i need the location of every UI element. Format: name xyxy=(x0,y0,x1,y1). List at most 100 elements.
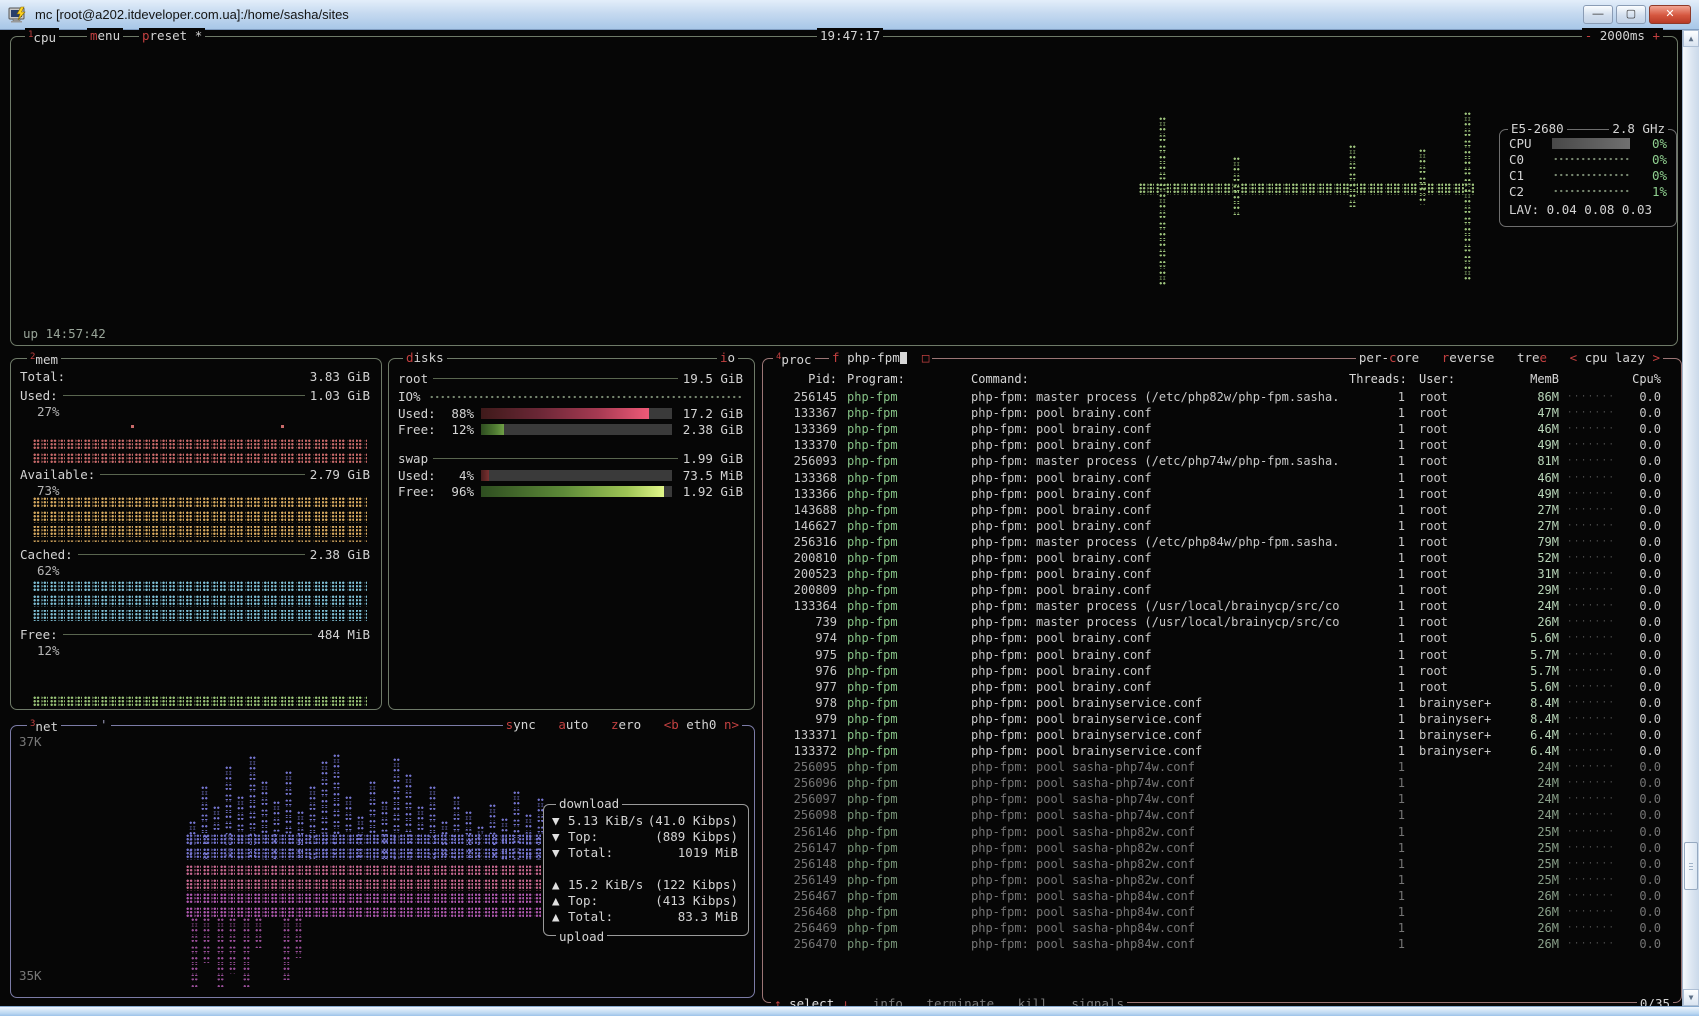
process-row[interactable]: 256095php-fpmphp-fpm: pool sasha-php74w.… xyxy=(763,759,1681,775)
sort-prev-button[interactable]: < xyxy=(1570,350,1578,365)
putty-terminal-icon xyxy=(8,6,28,24)
process-cell-prog: php-fpm xyxy=(837,390,971,404)
cpu-meter-box: E5-2680 2.8 GHz CPU 0% C0 0% C1 0% xyxy=(1499,129,1677,227)
process-row[interactable]: 133367php-fpmphp-fpm: pool brainy.conf1r… xyxy=(763,405,1681,421)
process-box: 4proc f php-fpm □ per-core reverse tree … xyxy=(762,358,1682,1003)
process-row[interactable]: 256146php-fpmphp-fpm: pool sasha-php82w.… xyxy=(763,824,1681,840)
process-cell-cmd: php-fpm: pool brainy.conf xyxy=(971,551,1349,565)
process-cell-pid: 133369 xyxy=(771,422,837,436)
process-cell-dots: ······· xyxy=(1559,698,1613,708)
process-row[interactable]: 256470php-fpmphp-fpm: pool sasha-php84w.… xyxy=(763,936,1681,952)
process-cell-prog: php-fpm xyxy=(837,889,971,903)
sort-next-button[interactable]: > xyxy=(1652,350,1660,365)
mem-cached-row: Cached:2.38 GiB xyxy=(20,547,370,562)
process-cell-dots: ······· xyxy=(1559,794,1613,804)
process-row[interactable]: 133366php-fpmphp-fpm: pool brainy.conf1r… xyxy=(763,486,1681,502)
window-titlebar: mc [root@a202.itdeveloper.com.ua]:/home/… xyxy=(0,0,1699,30)
process-filter-input[interactable]: f php-fpm □ xyxy=(829,350,932,365)
process-row[interactable]: 256468php-fpmphp-fpm: pool sasha-php84w.… xyxy=(763,904,1681,920)
process-cell-mem: 26M xyxy=(1509,921,1559,935)
process-cell-cmd: php-fpm: master process (/usr/local/brai… xyxy=(971,615,1349,629)
memory-box-title[interactable]: 2mem xyxy=(27,350,61,367)
process-row[interactable]: 256148php-fpmphp-fpm: pool sasha-php82w.… xyxy=(763,856,1681,872)
process-cell-cmd: php-fpm: pool sasha-php84w.conf xyxy=(971,889,1349,903)
process-row[interactable]: 256096php-fpmphp-fpm: pool sasha-php74w.… xyxy=(763,775,1681,791)
scrollbar-up-icon[interactable]: ▲ xyxy=(1683,30,1699,47)
disk-root-io-graph xyxy=(429,394,743,400)
process-cell-dots: ······· xyxy=(1559,392,1613,402)
process-row[interactable]: 133371php-fpmphp-fpm: pool brainyservice… xyxy=(763,727,1681,743)
process-row[interactable]: 976php-fpmphp-fpm: pool brainy.conf1root… xyxy=(763,663,1681,679)
per-core-toggle[interactable]: per-core xyxy=(1359,350,1419,365)
process-cell-cmd: php-fpm: pool brainy.conf xyxy=(971,631,1349,645)
process-row[interactable]: 256467php-fpmphp-fpm: pool sasha-php84w.… xyxy=(763,888,1681,904)
process-row[interactable]: 256316php-fpmphp-fpm: master process (/e… xyxy=(763,534,1681,550)
process-cell-cmd: php-fpm: pool brainy.conf xyxy=(971,680,1349,694)
process-cell-dots: ······· xyxy=(1559,408,1613,418)
upload-arrow-icon: ▲ xyxy=(552,893,568,908)
graph-spike xyxy=(295,918,302,958)
process-row[interactable]: 979php-fpmphp-fpm: pool brainyservice.co… xyxy=(763,711,1681,727)
process-cell-dots: ······· xyxy=(1559,939,1613,949)
process-cell-prog: php-fpm xyxy=(837,664,971,678)
process-cell-cpu: 0.0 xyxy=(1613,615,1673,629)
cpu-total-row: CPU 0% xyxy=(1509,136,1667,150)
process-cell-thr: 1 xyxy=(1349,905,1405,919)
process-cell-dots: ······· xyxy=(1559,553,1613,563)
process-cell-cpu: 0.0 xyxy=(1613,825,1673,839)
process-row[interactable]: 978php-fpmphp-fpm: pool brainyservice.co… xyxy=(763,695,1681,711)
process-row[interactable]: 977php-fpmphp-fpm: pool brainy.conf1root… xyxy=(763,679,1681,695)
io-toggle-button[interactable]: io xyxy=(717,350,738,365)
memory-box: 2mem Total:3.83 GiB Used:1.03 GiB 27% Av… xyxy=(10,358,382,710)
process-row[interactable]: 146627php-fpmphp-fpm: pool brainy.conf1r… xyxy=(763,518,1681,534)
process-row[interactable]: 143688php-fpmphp-fpm: pool brainy.conf1r… xyxy=(763,502,1681,518)
process-row[interactable]: 256469php-fpmphp-fpm: pool sasha-php84w.… xyxy=(763,920,1681,936)
mem-available-row: Available:2.79 GiB xyxy=(20,467,370,482)
terminal-scrollbar[interactable]: ▲ ▼ xyxy=(1682,30,1699,1006)
process-cell-pid: 256148 xyxy=(771,857,837,871)
process-cell-user: root xyxy=(1405,471,1509,485)
process-row[interactable]: 200809php-fpmphp-fpm: pool brainy.conf1r… xyxy=(763,582,1681,598)
scrollbar-thumb[interactable] xyxy=(1684,842,1698,890)
process-cell-cmd: php-fpm: pool brainy.conf xyxy=(971,519,1349,533)
maximize-button[interactable]: ▢ xyxy=(1616,5,1646,24)
process-row[interactable]: 200523php-fpmphp-fpm: pool brainy.conf1r… xyxy=(763,566,1681,582)
process-cell-thr: 1 xyxy=(1349,873,1405,887)
process-row[interactable]: 975php-fpmphp-fpm: pool brainy.conf1root… xyxy=(763,647,1681,663)
process-box-title[interactable]: 4proc xyxy=(773,350,815,367)
disks-box-title[interactable]: disks xyxy=(403,350,447,365)
mem-free-graph xyxy=(33,696,367,707)
process-cell-user: root xyxy=(1405,583,1509,597)
process-cell-prog: php-fpm xyxy=(837,937,971,951)
process-row[interactable]: 133368php-fpmphp-fpm: pool brainy.conf1r… xyxy=(763,469,1681,485)
process-cell-thr: 1 xyxy=(1349,551,1405,565)
process-row[interactable]: 974php-fpmphp-fpm: pool brainy.conf1root… xyxy=(763,630,1681,646)
process-row[interactable]: 256097php-fpmphp-fpm: pool sasha-php74w.… xyxy=(763,791,1681,807)
reverse-toggle[interactable]: reverse xyxy=(1442,350,1495,365)
disks-box: disks io root19.5 GiB IO% Used: 88% 17.2… xyxy=(388,358,755,710)
process-row[interactable]: 200810php-fpmphp-fpm: pool brainy.conf1r… xyxy=(763,550,1681,566)
process-row[interactable]: 256093php-fpmphp-fpm: master process (/e… xyxy=(763,453,1681,469)
process-cell-mem: 26M xyxy=(1509,615,1559,629)
process-cell-cpu: 0.0 xyxy=(1613,567,1673,581)
process-row[interactable]: 256147php-fpmphp-fpm: pool sasha-php82w.… xyxy=(763,840,1681,856)
process-row[interactable]: 133364php-fpmphp-fpm: master process (/u… xyxy=(763,598,1681,614)
close-button[interactable]: ✕ xyxy=(1649,5,1691,24)
process-cell-pid: 978 xyxy=(771,696,837,710)
graph-spike xyxy=(283,918,290,980)
scrollbar-down-icon[interactable]: ▼ xyxy=(1683,989,1699,1006)
process-cell-pid: 256098 xyxy=(771,808,837,822)
process-row[interactable]: 256098php-fpmphp-fpm: pool sasha-php74w.… xyxy=(763,807,1681,823)
tree-toggle[interactable]: tree xyxy=(1517,350,1547,365)
process-cell-user: root xyxy=(1405,503,1509,517)
minimize-button[interactable]: — xyxy=(1583,5,1613,24)
process-row[interactable]: 133372php-fpmphp-fpm: pool brainyservice… xyxy=(763,743,1681,759)
process-row[interactable]: 133369php-fpmphp-fpm: pool brainy.conf1r… xyxy=(763,421,1681,437)
filter-clear-icon[interactable]: □ xyxy=(922,350,930,365)
process-cell-dots: ······· xyxy=(1559,537,1613,547)
process-row[interactable]: 256145php-fpmphp-fpm: master process (/e… xyxy=(763,389,1681,405)
process-row[interactable]: 256149php-fpmphp-fpm: pool sasha-php82w.… xyxy=(763,872,1681,888)
process-row[interactable]: 739php-fpmphp-fpm: master process (/usr/… xyxy=(763,614,1681,630)
process-row[interactable]: 133370php-fpmphp-fpm: pool brainy.conf1r… xyxy=(763,437,1681,453)
mem-free-row: Free:484 MiB xyxy=(20,627,370,642)
